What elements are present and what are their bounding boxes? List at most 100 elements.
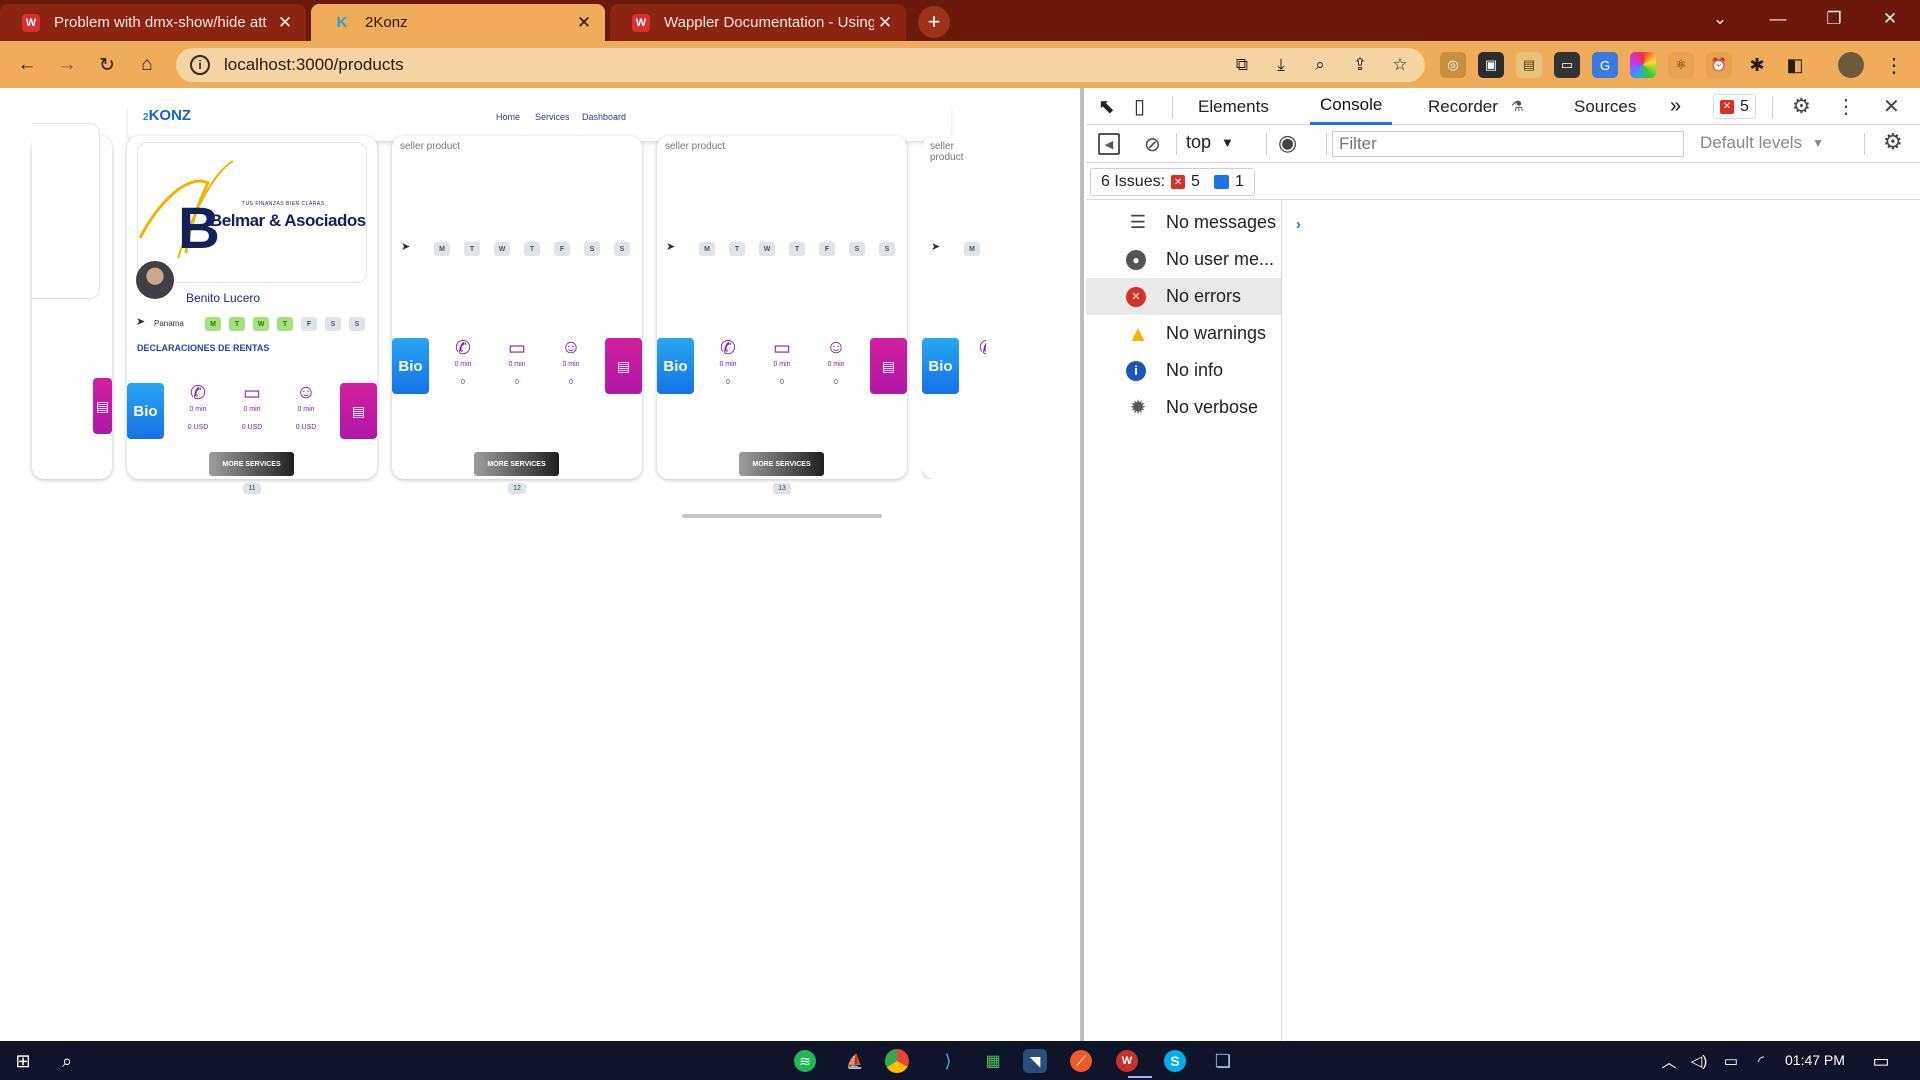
back-button[interactable]: ← [12,50,42,80]
settings-gear-icon[interactable]: ⚙ [1792,88,1811,125]
calendar-button[interactable]: ▤ [93,378,112,434]
extensions-puzzle-icon[interactable]: ✱ [1744,52,1770,78]
bio-button[interactable]: Bio [922,338,959,394]
new-tab-button[interactable]: + [918,6,950,38]
video-service[interactable]: ▭ 0 min 0 USD [232,382,272,431]
chrome-icon[interactable] [885,1049,909,1073]
tab-wappler-problem[interactable]: W Problem with dmx-show/hide att ✕ [0,4,306,41]
sidebar-item-warnings[interactable]: ▲ No warnings [1086,315,1281,352]
more-tabs-icon[interactable]: » [1670,88,1681,125]
sidebar-item-verbose[interactable]: ✹ No verbose [1086,389,1281,426]
tab-sources[interactable]: Sources [1566,88,1644,125]
more-services-button[interactable]: MORE SERVICES [739,452,824,476]
close-tab-icon[interactable]: ✕ [573,13,595,33]
close-devtools-icon[interactable]: ✕ [1883,88,1900,125]
video-service[interactable]: ▭ 0 min 0 [762,337,802,386]
live-expression-eye-icon[interactable]: ◉ [1278,130,1297,156]
minimize-button[interactable]: — [1750,0,1806,38]
install-icon[interactable]: ⤓ [1267,51,1295,79]
menu-kebab-icon[interactable]: ⋮ [1880,51,1908,79]
search-icon[interactable]: ⌕ [52,1046,82,1076]
profile-avatar[interactable] [1838,52,1864,78]
open-in-app-icon[interactable]: ⧉ [1228,51,1256,79]
sidebar-toggle-icon[interactable]: ◀ [1098,133,1120,155]
app-icon[interactable]: ▦ [978,1046,1008,1076]
wappler-icon[interactable]: W [1116,1050,1138,1072]
wifi-icon[interactable]: ◜ [1746,1046,1776,1076]
taskbar-clock[interactable]: 01:47 PM [1785,1052,1845,1068]
sidebar-item-errors[interactable]: ✕ No errors [1086,278,1281,315]
video-service[interactable]: ▭ 0 min 0 [497,337,537,386]
tab-2konz[interactable]: K 2Konz ✕ [311,4,605,41]
nav-home-link[interactable]: Home [496,112,520,122]
phone-service[interactable]: ✆ 0 min 0 [708,337,748,386]
calendar-button[interactable]: ▤ [605,338,642,394]
context-selector[interactable]: top ▼ [1186,132,1234,153]
spotify-icon[interactable]: ≋ [794,1050,816,1072]
console-filter-input[interactable] [1332,131,1684,157]
site-logo[interactable]: 2KONZ [143,107,191,124]
volume-icon[interactable]: ◁) [1684,1046,1714,1076]
bio-button[interactable]: Bio [392,338,429,394]
log-levels-dropdown[interactable]: Default levels ▼ [1700,133,1824,153]
notifications-icon[interactable]: ▭ [1866,1046,1896,1076]
windows-start-icon[interactable]: ⊞ [8,1046,38,1076]
close-window-button[interactable]: ✕ [1862,0,1918,38]
console-settings-gear-icon[interactable]: ⚙ [1883,129,1903,155]
person-service[interactable]: ☺ 0 min 0 USD [286,382,326,431]
app-icon[interactable]: ❏ [1208,1046,1238,1076]
alarm-icon[interactable]: ⏰ [1706,52,1732,78]
person-service[interactable]: ☺ 0 min 0 [816,337,856,386]
vscode-icon[interactable]: ⟩ [933,1046,963,1076]
issues-button[interactable]: 6 Issues: ✕ 5 1 [1090,168,1255,196]
console-prompt-icon[interactable]: › [1296,216,1301,233]
share-icon[interactable]: ⇪ [1346,51,1374,79]
phone-service[interactable]: ✆ 0 min 0 USD [178,382,218,431]
tab-search-icon[interactable]: ⌄ [1692,0,1748,38]
calendar-button[interactable]: ▤ [340,383,377,439]
bio-button[interactable]: Bio [657,338,694,394]
app-icon[interactable]: ◥ [1023,1049,1047,1073]
side-panel-icon[interactable]: ◧ [1782,52,1808,78]
forward-button[interactable]: → [52,50,82,80]
site-info-icon[interactable]: i [190,55,210,75]
react-icon[interactable]: ⚛ [1668,52,1694,78]
sidebar-item-info[interactable]: i No info [1086,352,1281,389]
calendar-button[interactable]: ▤ [870,338,907,394]
sidebar-item-messages[interactable]: ☰ No messages [1086,204,1281,241]
bio-button[interactable]: Bio [127,383,164,439]
close-tab-icon[interactable]: ✕ [874,13,896,33]
error-count-badge[interactable]: ✕ 5 [1713,94,1756,119]
home-button[interactable]: ⌂ [132,50,162,80]
close-tab-icon[interactable]: ✕ [274,13,296,33]
extension-icon[interactable]: ▤ [1516,52,1542,78]
translate-icon[interactable]: G [1592,52,1618,78]
phone-service[interactable]: ✆ 0 min 0 [443,337,483,386]
more-services-button[interactable]: MORE SERVICES [209,452,294,476]
postman-icon[interactable]: ⟋ [1070,1050,1092,1072]
skype-icon[interactable]: S [1164,1050,1186,1072]
device-toolbar-icon[interactable]: ▯ [1134,88,1145,125]
zoom-icon[interactable]: ⌕ [1306,51,1334,79]
tab-console[interactable]: Console [1310,88,1393,125]
devtools-menu-icon[interactable]: ⋮ [1836,88,1856,125]
nav-dashboard-link[interactable]: Dashboard [582,112,626,122]
color-picker-icon[interactable] [1630,52,1656,78]
reload-button[interactable]: ↻ [92,50,122,80]
nav-services-link[interactable]: Services [535,112,570,122]
extension-icon[interactable]: ◎ [1440,52,1466,78]
restore-button[interactable]: ❐ [1806,0,1862,38]
clear-console-icon[interactable]: ⊘ [1144,132,1161,157]
cast-icon[interactable]: ▭ [1554,52,1580,78]
tab-elements[interactable]: Elements [1190,88,1277,125]
bookmark-star-icon[interactable]: ☆ [1386,51,1414,79]
person-service[interactable]: ☺ 0 min 0 [551,337,591,386]
sidebar-item-user-messages[interactable]: ● No user me... [1086,241,1281,278]
extension-icon[interactable]: ▣ [1478,52,1504,78]
tab-recorder[interactable]: Recorder [1420,88,1506,125]
hidden-icons-chevron-icon[interactable]: ︿ [1654,1046,1684,1076]
battery-icon[interactable]: ▭ [1716,1046,1746,1076]
carousel-scrollbar[interactable] [682,514,882,518]
app-icon[interactable]: ⛵ [840,1046,870,1076]
tab-wappler-docs[interactable]: W Wappler Documentation - Using ✕ [610,4,906,41]
